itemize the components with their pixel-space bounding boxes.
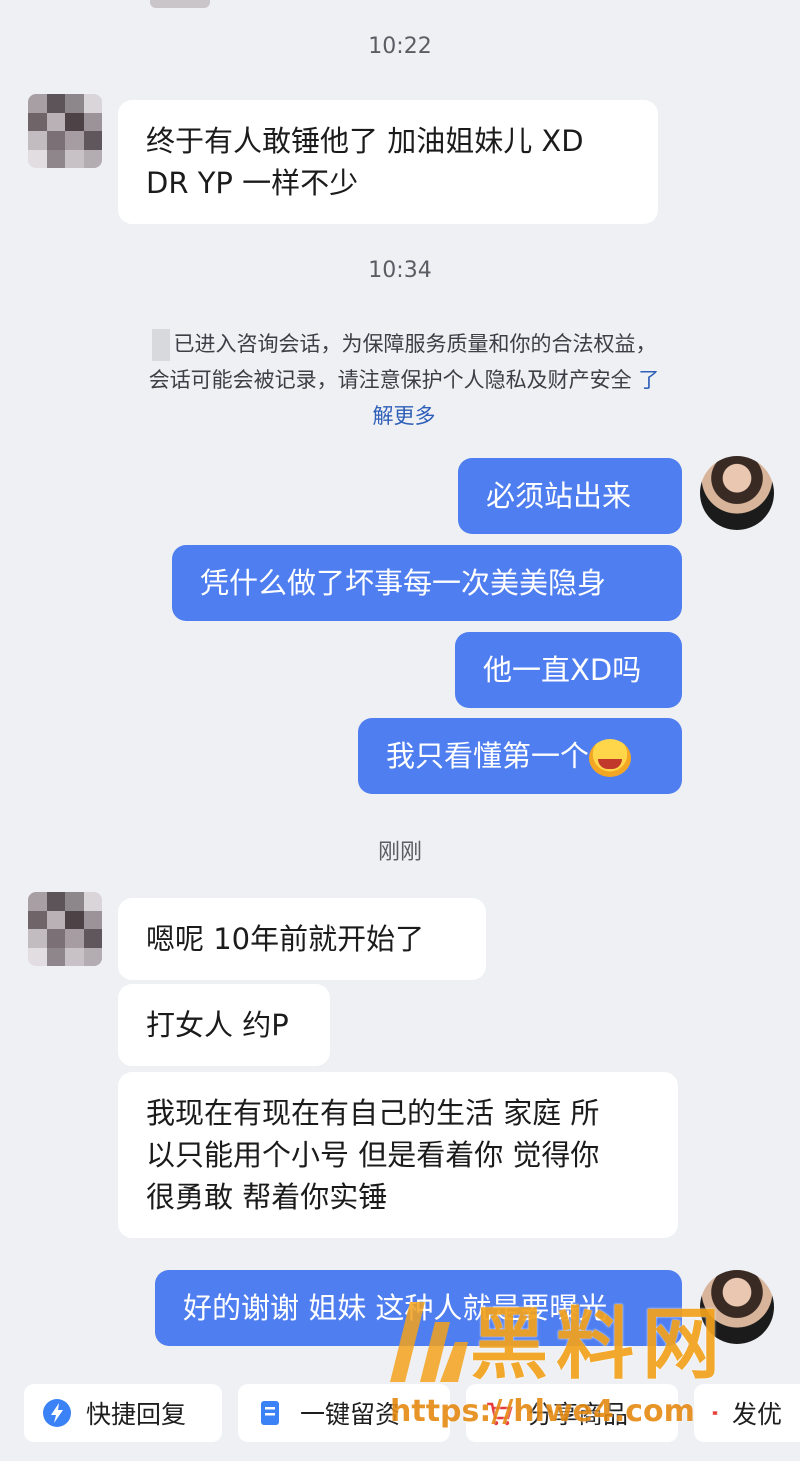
send-coupon-label: 发优 bbox=[731, 1400, 782, 1429]
message-outgoing[interactable]: 好的谢谢 姐妹 这种人就是要曝光 bbox=[155, 1270, 682, 1346]
message-outgoing[interactable]: 必须站出来 bbox=[458, 458, 682, 534]
share-goods-button[interactable]: 分享商品 bbox=[466, 1384, 678, 1442]
avatar-pixelated[interactable] bbox=[28, 94, 102, 168]
message-text: 很勇敢 帮着你实锤 bbox=[146, 1180, 388, 1214]
system-notice-line: 会话可能会被记录，请注意保护个人隐私及财产安全 bbox=[148, 368, 632, 392]
crying-laughing-emoji-icon bbox=[589, 739, 632, 777]
leave-info-button[interactable]: 一键留资 bbox=[238, 1384, 450, 1442]
avatar-pixelated[interactable] bbox=[28, 892, 102, 966]
message-text: 以只能用个小号 但是看着你 觉得你 bbox=[146, 1138, 600, 1172]
message-text: 我现在有现在有自己的生活 家庭 所 bbox=[146, 1096, 600, 1130]
share-goods-label: 分享商品 bbox=[528, 1400, 629, 1429]
quick-reply-button[interactable]: 快捷回复 bbox=[24, 1384, 222, 1442]
quick-action-bar: 快捷回复 一键留资 分享商品 发优 bbox=[0, 1378, 800, 1461]
quick-reply-label: 快捷回复 bbox=[86, 1400, 187, 1429]
timestamp: 刚刚 bbox=[377, 840, 422, 865]
system-notice-line: 已进入咨询会话，为保障服务质量和你的合法权益， bbox=[173, 332, 657, 356]
message-text: 我只看懂第一个 bbox=[386, 739, 590, 773]
avatar-partial-top bbox=[150, 0, 210, 8]
message-outgoing[interactable]: 我只看懂第一个 bbox=[358, 718, 682, 794]
avatar-self[interactable] bbox=[700, 1270, 774, 1344]
message-text: 终于有人敢锤他了 加油姐妹儿 XD bbox=[146, 124, 584, 158]
system-notice: 已进入咨询会话，为保障服务质量和你的合法权益， 会话可能会被记录，请注意保护个人… bbox=[104, 326, 704, 434]
timestamp: 10:34 bbox=[368, 258, 432, 283]
redacted-block bbox=[151, 329, 170, 361]
timestamp: 10:22 bbox=[368, 34, 432, 59]
leave-info-label: 一键留资 bbox=[300, 1400, 401, 1429]
message-outgoing[interactable]: 凭什么做了坏事每一次美美隐身 bbox=[172, 545, 682, 621]
send-coupon-button[interactable]: 发优 bbox=[694, 1384, 800, 1442]
learn-more-link[interactable]: 了 bbox=[638, 368, 659, 392]
learn-more-link[interactable]: 解更多 bbox=[373, 404, 436, 428]
message-text: DR YP 一样不少 bbox=[146, 166, 359, 200]
message-incoming[interactable]: 打女人 约P bbox=[118, 984, 330, 1066]
message-outgoing[interactable]: 他一直XD吗 bbox=[455, 632, 682, 708]
message-incoming[interactable]: 嗯呢 10年前就开始了 bbox=[118, 898, 486, 980]
coupon-icon bbox=[712, 1411, 718, 1415]
form-icon bbox=[261, 1401, 279, 1425]
message-incoming[interactable]: 终于有人敢锤他了 加油姐妹儿 XD DR YP 一样不少 bbox=[118, 100, 658, 224]
lightning-icon bbox=[43, 1399, 71, 1427]
message-incoming[interactable]: 我现在有现在有自己的生活 家庭 所 以只能用个小号 但是看着你 觉得你 很勇敢 … bbox=[118, 1072, 678, 1238]
cart-icon bbox=[487, 1402, 513, 1426]
avatar-self[interactable] bbox=[700, 456, 774, 530]
